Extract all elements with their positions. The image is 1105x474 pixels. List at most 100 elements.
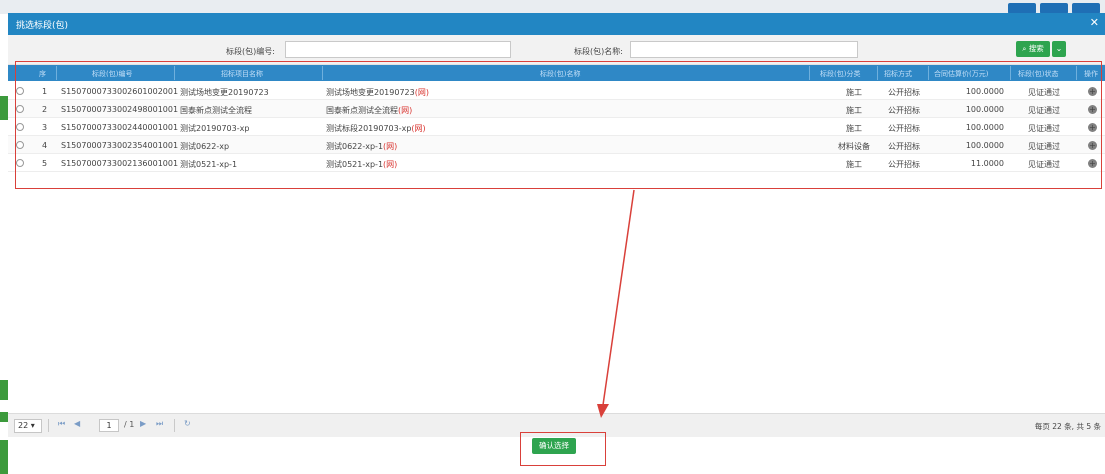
search-button[interactable]: ⌕ 搜索 [1016, 41, 1050, 57]
row-status: 见证通过 [1028, 124, 1060, 133]
plus-circle-icon[interactable]: + [1088, 159, 1097, 168]
column-header-method[interactable]: 招标方式 [884, 69, 912, 79]
row-price: 100.0000 [965, 141, 1004, 150]
row-category: 施工 [846, 160, 862, 169]
section-code-label: 标段(包)编号: [226, 47, 275, 56]
plus-circle-icon[interactable]: + [1088, 87, 1097, 96]
row-name: 国泰新点测试全流程 [326, 106, 398, 115]
row-status: 见证通过 [1028, 106, 1060, 115]
row-category: 施工 [846, 88, 862, 97]
row-method: 公开招标 [888, 88, 920, 97]
row-name: 测试场地变更20190723 [326, 88, 415, 97]
row-project: 测试场地变更20190723 [180, 88, 269, 97]
background-marker [0, 380, 8, 400]
row-radio[interactable] [16, 105, 24, 113]
prev-page-icon[interactable]: ◀ [74, 419, 80, 428]
pagination-bar: 22 ▾ ⏮ ◀ 1 / 1 ▶ ⏭ ↻ 每页 22 条, 共 5 条 [8, 413, 1105, 437]
column-header-name[interactable]: 标段(包)名称 [540, 69, 580, 79]
row-status: 见证通过 [1028, 142, 1060, 151]
section-name-label: 标段(包)名称: [574, 47, 623, 56]
row-radio[interactable] [16, 141, 24, 149]
row-method: 公开招标 [888, 106, 920, 115]
plus-circle-icon[interactable]: + [1088, 123, 1097, 132]
row-project: 测试20190703-xp [180, 124, 250, 133]
confirm-selection-button[interactable]: 确认选择 [532, 438, 576, 454]
search-bar: 标段(包)编号: 标段(包)名称: ⌕ 搜索 ⌄ [8, 35, 1105, 65]
row-method: 公开招标 [888, 160, 920, 169]
row-radio[interactable] [16, 159, 24, 167]
row-category: 施工 [846, 124, 862, 133]
pagination-info: 每页 22 条, 共 5 条 [1034, 422, 1101, 431]
table-row[interactable]: 4 S1507000733002354001001 测试0622-xp 测试06… [8, 136, 1105, 154]
row-index: 3 [42, 123, 48, 132]
row-project: 国泰新点测试全流程 [180, 106, 252, 115]
row-status: 见证通过 [1028, 160, 1060, 169]
column-header-project[interactable]: 招标项目名称 [221, 69, 263, 79]
row-code: S1507000733002136001001 [61, 159, 179, 168]
page-size-select[interactable]: 22 ▾ [14, 419, 42, 433]
row-price: 100.0000 [965, 123, 1004, 132]
row-index: 1 [42, 87, 48, 96]
row-index: 2 [42, 105, 48, 114]
background-marker [0, 440, 8, 474]
row-radio[interactable] [16, 123, 24, 131]
row-method: 公开招标 [888, 142, 920, 151]
background-marker [0, 96, 8, 120]
section-code-input[interactable] [285, 41, 511, 58]
last-page-icon[interactable]: ⏭ [156, 419, 163, 429]
row-name: 测试0622-xp-1 [326, 142, 384, 151]
row-category: 施工 [846, 106, 862, 115]
table-row[interactable]: 3 S1507000733002440001001 测试20190703-xp … [8, 118, 1105, 136]
current-page-input[interactable]: 1 [99, 419, 119, 432]
row-code: S1507000733002440001001 [61, 123, 179, 132]
column-header-action: 操作 [1084, 70, 1098, 78]
dialog-title: 挑选标段(包) [16, 21, 69, 31]
row-status: 见证通过 [1028, 88, 1060, 97]
row-category: 材料设备 [838, 142, 870, 151]
row-name-cell: 测试标段20190703-xp(网) [326, 123, 426, 134]
column-header-status[interactable]: 标段(包)状态 [1018, 69, 1058, 79]
column-header-price[interactable]: 合同估算价(万元) [934, 69, 988, 79]
table-row[interactable]: 2 S1507000733002498001001 国泰新点测试全流程 国泰新点… [8, 100, 1105, 118]
table-row[interactable]: 1 S1507000733002601002001 测试场地变更20190723… [8, 82, 1105, 100]
row-name-cell: 测试0521-xp-1(网) [326, 159, 397, 170]
close-icon[interactable]: ✕ [1090, 16, 1099, 29]
row-price: 100.0000 [965, 87, 1004, 96]
total-pages: / 1 [124, 420, 135, 429]
first-page-icon[interactable]: ⏮ [58, 419, 65, 429]
row-code: S1507000733002601002001 [61, 87, 179, 96]
plus-circle-icon[interactable]: + [1088, 105, 1097, 114]
row-code: S1507000733002354001001 [61, 141, 179, 150]
row-price: 11.0000 [970, 159, 1004, 168]
search-icon: ⌕ [1022, 44, 1027, 53]
row-tag: (网) [383, 142, 398, 151]
row-code: S1507000733002498001001 [61, 105, 179, 114]
row-name-cell: 测试0622-xp-1(网) [326, 141, 397, 152]
row-tag: (网) [414, 88, 429, 97]
background-marker [0, 412, 8, 422]
plus-circle-icon[interactable]: + [1088, 141, 1097, 150]
page: 挑选标段(包) ✕ 标段(包)编号: 标段(包)名称: ⌕ 搜索 ⌄ 序 标段(… [0, 0, 1105, 474]
row-price: 100.0000 [965, 105, 1004, 114]
row-name: 测试0521-xp-1 [326, 160, 384, 169]
chevron-down-icon[interactable]: ⌄ [1052, 41, 1066, 57]
row-method: 公开招标 [888, 124, 920, 133]
row-tag: (网) [411, 124, 426, 133]
search-button-label: 搜索 [1028, 44, 1044, 53]
table-row[interactable]: 5 S1507000733002136001001 测试0521-xp-1 测试… [8, 154, 1105, 172]
column-header-code[interactable]: 标段(包)编号 [92, 69, 132, 79]
column-header-index[interactable]: 序 [39, 69, 46, 79]
section-name-input[interactable] [630, 41, 858, 58]
row-tag: (网) [383, 160, 398, 169]
column-header-category[interactable]: 标段(包)分类 [820, 69, 860, 79]
row-tag: (网) [398, 106, 413, 115]
dialog-titlebar: 挑选标段(包) ✕ [8, 13, 1105, 35]
row-name: 测试标段20190703-xp [326, 124, 412, 133]
next-page-icon[interactable]: ▶ [140, 419, 146, 428]
table-header: 序 标段(包)编号 招标项目名称 标段(包)名称 标段(包)分类 招标方式 合同… [8, 65, 1105, 81]
refresh-icon[interactable]: ↻ [184, 419, 191, 428]
row-name-cell: 国泰新点测试全流程(网) [326, 105, 412, 116]
background-toolbar [0, 0, 1105, 14]
row-radio[interactable] [16, 87, 24, 95]
page-size-value: 22 [18, 421, 29, 430]
